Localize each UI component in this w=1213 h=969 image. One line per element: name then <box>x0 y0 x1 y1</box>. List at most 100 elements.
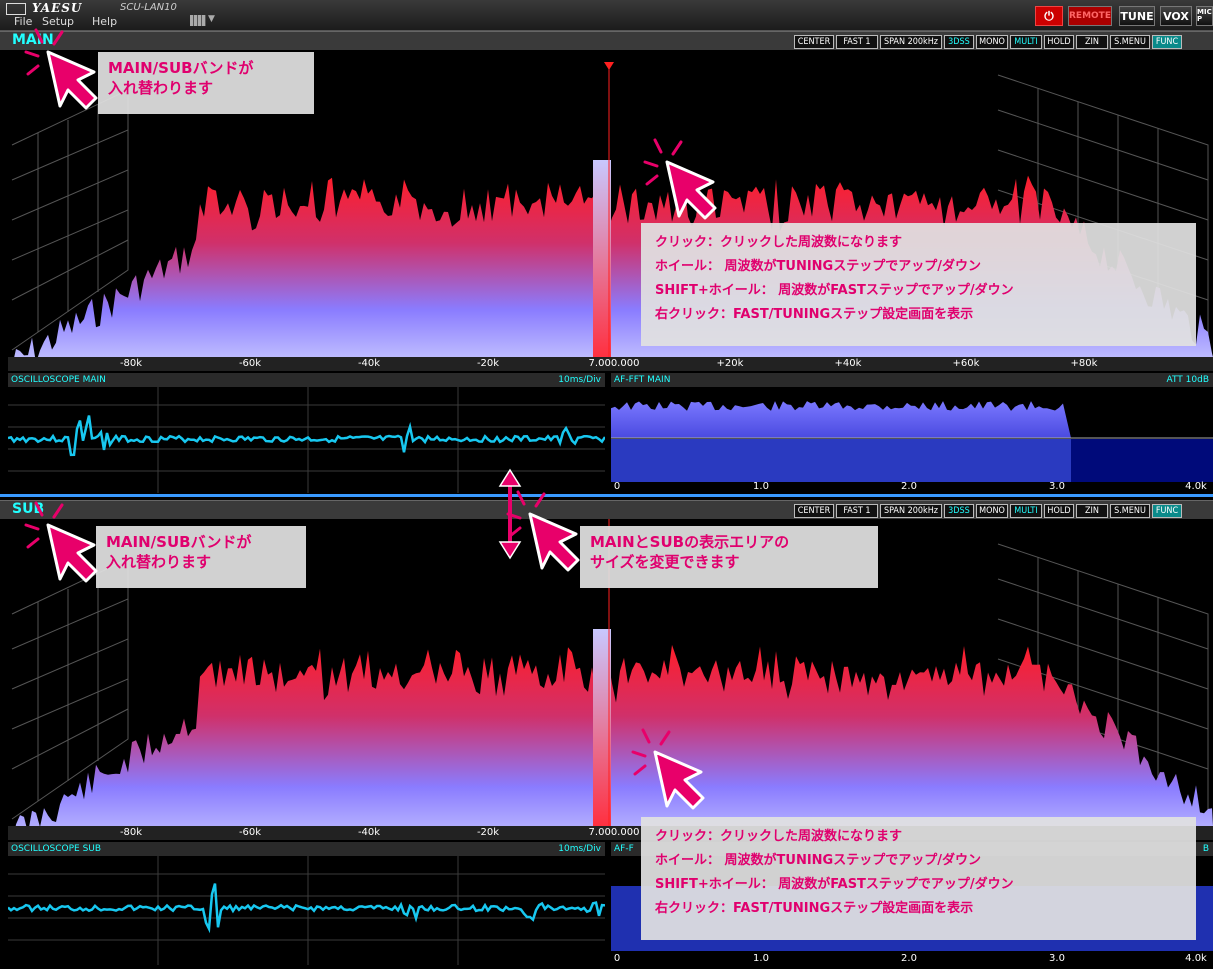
chevron-down-icon[interactable]: ▼ <box>208 14 215 24</box>
affft-tick: 4.0k <box>1185 481 1207 492</box>
oscilloscope-title: OSCILLOSCOPE MAIN <box>11 375 106 385</box>
power-button[interactable]: ⏻ <box>1035 6 1063 26</box>
affft-tick: 3.0 <box>1049 953 1065 964</box>
control-zin[interactable]: ZIN <box>1076 35 1108 49</box>
freq-tick: +80k <box>1070 358 1098 369</box>
callout-line: MAINとSUBの表示エリアの <box>590 533 790 551</box>
affft-tick: 0 <box>613 953 621 964</box>
freq-tick: -60k <box>238 827 262 838</box>
tune-button[interactable]: TUNE <box>1119 6 1155 26</box>
control-mono[interactable]: MONO <box>976 504 1008 518</box>
affft-tick: 3.0 <box>1049 481 1065 492</box>
freq-tick: -40k <box>357 827 381 838</box>
callout-line: 右クリック：FAST/TUNINGステップ設定画面を表示 <box>655 901 974 916</box>
resize-callout: MAINとSUBの表示エリアの サイズを変更できます <box>580 526 878 588</box>
freq-tick: -60k <box>238 358 262 369</box>
callout-line: SHIFT+ホイール： 周波数がFASTステップでアップ/ダウン <box>655 877 1014 892</box>
center-signal <box>593 160 611 357</box>
control-span-200khz[interactable]: SPAN 200kHz <box>880 35 942 49</box>
oscilloscope-title: OSCILLOSCOPE SUB <box>11 844 102 854</box>
callout-line: SHIFT+ホイール： 周波数がFASTステップでアップ/ダウン <box>655 283 1014 298</box>
freq-tick: +40k <box>834 358 862 369</box>
brand-logo: YAESU <box>32 1 83 15</box>
menu-setup[interactable]: Setup <box>42 15 74 28</box>
freq-tick: -80k <box>119 827 143 838</box>
control-hold[interactable]: HOLD <box>1044 504 1074 518</box>
freq-tick: -40k <box>357 358 381 369</box>
control-mono[interactable]: MONO <box>976 35 1008 49</box>
mic-button[interactable]: MIC P <box>1196 6 1213 26</box>
affft-axis: 0 1.0 2.0 3.0 4.0k <box>611 481 1213 493</box>
callout-line: ホイール： 周波数がTUNINGステップでアップ/ダウン <box>655 853 981 868</box>
control-s-menu[interactable]: S.MENU <box>1110 35 1150 49</box>
control-3dss[interactable]: 3DSS <box>944 35 974 49</box>
callout-line: 入れ替わります <box>106 553 212 571</box>
section-divider[interactable] <box>0 494 1213 497</box>
callout-line: クリック：クリックした周波数になります <box>655 829 903 844</box>
control-multi[interactable]: MULTI <box>1010 504 1042 518</box>
oscilloscope-scale: 10ms/Div <box>558 844 601 854</box>
control-center[interactable]: CENTER <box>794 504 834 518</box>
affft-tick: 2.0 <box>901 481 917 492</box>
control-fast-1[interactable]: FAST 1 <box>836 35 878 49</box>
affft-tick: 1.0 <box>753 481 769 492</box>
affft-tick: 2.0 <box>901 953 917 964</box>
affft-title: AF-F <box>614 844 634 854</box>
ops-sub-callout: クリック：クリックした周波数になります ホイール： 周波数がTUNINGステップ… <box>641 817 1196 940</box>
center-frequency: 7.000.000 <box>588 827 640 838</box>
callout-line: サイズを変更できます <box>590 553 740 571</box>
control-fast-1[interactable]: FAST 1 <box>836 504 878 518</box>
left-grid <box>11 89 129 351</box>
freq-tick: +60k <box>952 358 980 369</box>
center-frequency: 7.000.000 <box>588 358 640 369</box>
control-hold[interactable]: HOLD <box>1044 35 1074 49</box>
oscilloscope-scale: 10ms/Div <box>558 375 601 385</box>
sub-section-header: SUB CENTER FAST 1 SPAN 200kHz 3DSS MONO MULTI… <box>0 500 1213 519</box>
freq-tick: -80k <box>119 358 143 369</box>
callout-line: MAIN/SUBバンドが <box>106 533 252 551</box>
affft-axis: 0 1.0 2.0 3.0 4.0k <box>611 953 1213 965</box>
oscilloscope-title-bar: OSCILLOSCOPE MAIN 10ms/Div <box>8 373 605 387</box>
sub-oscilloscope[interactable]: OSCILLOSCOPE SUB 10ms/Div <box>7 842 606 965</box>
window-icon <box>6 3 26 15</box>
control-zin[interactable]: ZIN <box>1076 504 1108 518</box>
affft-att: ATT 10dB <box>1166 375 1210 385</box>
control-3dss[interactable]: 3DSS <box>944 504 974 518</box>
affft-tick: 0 <box>613 481 621 492</box>
freq-tick: -20k <box>476 358 500 369</box>
menu-help[interactable]: Help <box>92 15 117 28</box>
control-func[interactable]: FUNC <box>1152 504 1182 518</box>
control-span-200khz[interactable]: SPAN 200kHz <box>880 504 942 518</box>
power-icon: ⏻ <box>1044 8 1054 23</box>
affft-spectrum <box>611 401 1071 438</box>
oscilloscope-graphic <box>7 856 606 965</box>
remote-button[interactable]: REMOTE <box>1068 6 1112 26</box>
swap-sub-callout: MAIN/SUBバンドが 入れ替わります <box>96 526 306 588</box>
control-func[interactable]: FUNC <box>1152 35 1182 49</box>
callout-line: MAIN/SUBバンドが <box>108 59 254 77</box>
affft-att: B <box>1202 844 1209 854</box>
vox-button[interactable]: VOX <box>1160 6 1192 26</box>
control-multi[interactable]: MULTI <box>1010 35 1042 49</box>
main-af-fft[interactable]: AF-FFT MAIN ATT 10dB 0 1.0 2.0 3.0 4.0k <box>611 373 1213 493</box>
model-name: SCU-LAN10 <box>120 2 177 13</box>
sub-band-label[interactable]: SUB <box>12 501 44 517</box>
marker-triangle-icon <box>604 62 614 70</box>
main-section-header: MAIN CENTER FAST 1 SPAN 200kHz 3DSS MONO MULT… <box>0 31 1213 50</box>
center-signal <box>593 629 611 826</box>
oscilloscope-graphic <box>7 387 607 493</box>
affft-waterfall <box>611 439 1071 482</box>
oscilloscope-title-bar: OSCILLOSCOPE SUB 10ms/Div <box>8 842 605 856</box>
freq-tick: -20k <box>476 827 500 838</box>
menu-file[interactable]: File <box>14 15 32 28</box>
callout-line: ホイール： 周波数がTUNINGステップでアップ/ダウン <box>655 259 981 274</box>
layout-icon[interactable] <box>190 15 206 26</box>
ops-main-callout: クリック：クリックした周波数になります ホイール： 周波数がTUNINGステップ… <box>641 223 1196 346</box>
main-band-label[interactable]: MAIN <box>12 32 54 48</box>
affft-tick: 4.0k <box>1185 953 1207 964</box>
affft-graphic <box>611 401 1213 482</box>
affft-title: AF-FFT MAIN <box>614 375 671 385</box>
control-s-menu[interactable]: S.MENU <box>1110 504 1150 518</box>
control-center[interactable]: CENTER <box>794 35 834 49</box>
main-oscilloscope[interactable]: OSCILLOSCOPE MAIN 10ms/Div <box>7 373 607 493</box>
